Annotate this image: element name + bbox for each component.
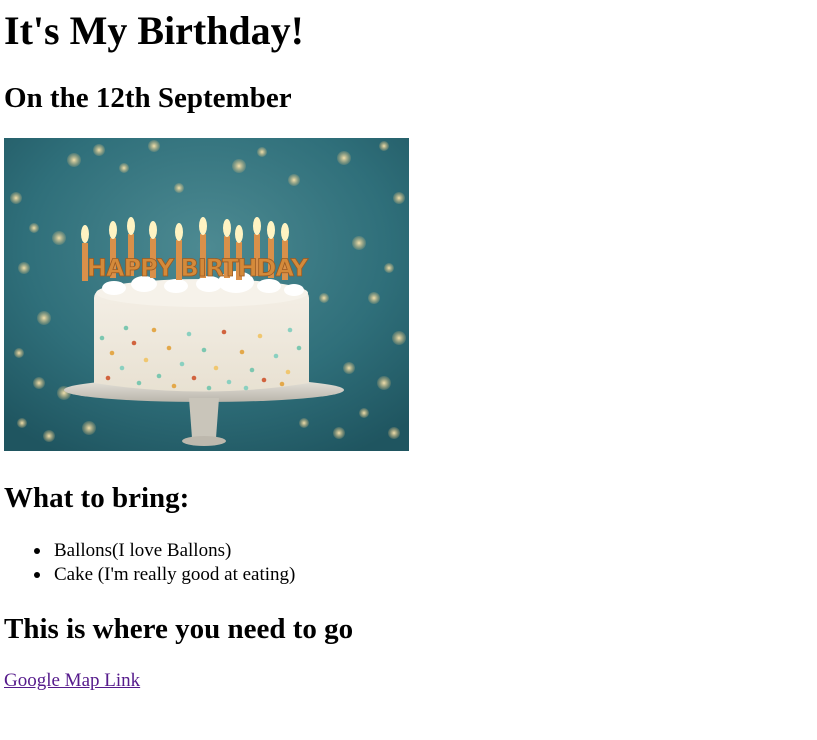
page: It's My Birthday! On the 12th September: [0, 0, 817, 740]
what-to-bring-heading: What to bring:: [4, 482, 190, 514]
list-item: Ballons(I love Ballons): [0, 539, 295, 563]
bring-list: Ballons(I love Ballons) Cake (I'm really…: [0, 539, 295, 587]
bullet-icon: [34, 548, 40, 554]
date-heading: On the 12th September: [4, 82, 292, 114]
birthday-cake-image: HAPPY BIRTHDAY: [4, 138, 409, 451]
list-item: Cake (I'm really good at eating): [0, 563, 295, 587]
bullet-icon: [34, 572, 40, 578]
list-item-text: Cake (I'm really good at eating): [54, 564, 296, 585]
list-item-text: Ballons(I love Ballons): [54, 540, 232, 561]
cake-topper-text: HAPPY BIRTHDAY: [87, 254, 309, 282]
google-map-link[interactable]: Google Map Link: [4, 669, 140, 693]
page-title: It's My Birthday!: [4, 8, 304, 53]
location-heading: This is where you need to go: [4, 613, 354, 645]
